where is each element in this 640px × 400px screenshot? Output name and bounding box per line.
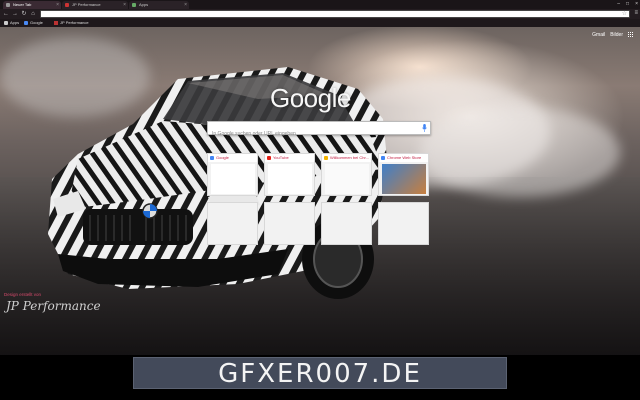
tab-apps[interactable]: Apps × [129,1,189,9]
images-link[interactable]: Bilder [610,32,623,38]
tile-empty[interactable] [264,202,315,245]
address-bar[interactable]: ☆ [40,10,630,18]
bookmark-jp-performance[interactable]: JP Performance [54,19,89,27]
back-icon[interactable]: ← [2,10,10,18]
tile-title: Google [208,154,257,162]
forward-icon[interactable]: → [11,10,19,18]
bookmark-google[interactable]: Google [24,19,43,27]
tile-chrome-web-store[interactable]: Chrome Web Store [378,153,429,196]
close-tab-icon[interactable]: × [56,1,59,9]
search-input[interactable] [208,128,408,140]
reload-icon[interactable]: ↻ [20,10,28,18]
home-icon[interactable]: ⌂ [29,10,37,18]
watermark-banner: GFXER007.DE [0,355,640,400]
bookmarks-bar: Apps Google JP Performance [0,19,640,27]
menu-icon[interactable]: ≡ [634,10,638,16]
tile-welcome-chrome[interactable]: Willkommen bei Chr... [321,153,372,196]
tile-thumbnail [268,164,312,194]
smoke-cloud [420,107,620,197]
web-store-icon [381,156,385,160]
watermark-box: GFXER007.DE [133,357,507,389]
tab-favicon [6,3,10,7]
minimize-icon[interactable]: – [617,0,620,9]
google-icon [24,21,28,25]
tile-title: Chrome Web Store [379,154,428,162]
tab-jp-performance[interactable]: JP Performance × [62,1,128,9]
close-tab-icon[interactable]: × [184,1,187,9]
top-links: Gmail Bilder [592,32,634,38]
close-window-icon[interactable]: × [635,0,638,9]
watermark-text: GFXER007.DE [218,359,422,389]
google-icon [210,156,214,160]
bookmark-label: JP Performance [60,20,89,25]
design-credit: Design erstellt von [4,292,42,297]
tile-empty[interactable] [321,202,372,245]
jp-performance-icon [54,21,58,25]
tile-empty[interactable] [207,202,258,245]
tile-google[interactable]: Google [207,153,258,196]
tab-strip: Neuer Tab × JP Performance × Apps × – □ … [0,0,640,9]
tile-title: Willkommen bei Chr... [322,154,371,162]
apps-icon [4,21,8,25]
tab-label: Neuer Tab [13,2,32,7]
search-box[interactable] [207,121,431,140]
chrome-icon [324,156,328,160]
google-logo: Google [270,83,351,113]
tile-title: YouTube [265,154,314,162]
window-controls: – □ × [617,0,638,9]
bookmark-label: Google [30,20,43,25]
close-tab-icon[interactable]: × [123,1,126,9]
tab-label: JP Performance [72,2,101,7]
bookmark-star-icon[interactable]: ☆ [622,10,627,17]
tile-thumbnail [382,164,426,194]
tab-favicon [65,3,69,7]
tab-favicon [132,3,136,7]
gmail-link[interactable]: Gmail [592,32,605,38]
tile-thumbnail [211,164,255,194]
tile-thumbnail [325,164,369,194]
tile-empty[interactable] [378,202,429,245]
maximize-icon[interactable]: □ [626,0,629,9]
tab-label: Apps [139,2,149,7]
youtube-icon [267,156,271,160]
bookmark-apps[interactable]: Apps [4,19,19,27]
microphone-icon[interactable] [422,124,427,132]
tab-new-tab[interactable]: Neuer Tab × [3,1,61,9]
toolbar: ← → ↻ ⌂ ☆ ≡ [0,9,640,19]
apps-launcher-icon[interactable] [628,32,634,38]
tile-youtube[interactable]: YouTube [264,153,315,196]
bookmark-label: Apps [10,20,20,25]
designer-signature: JP Performance [6,299,101,313]
